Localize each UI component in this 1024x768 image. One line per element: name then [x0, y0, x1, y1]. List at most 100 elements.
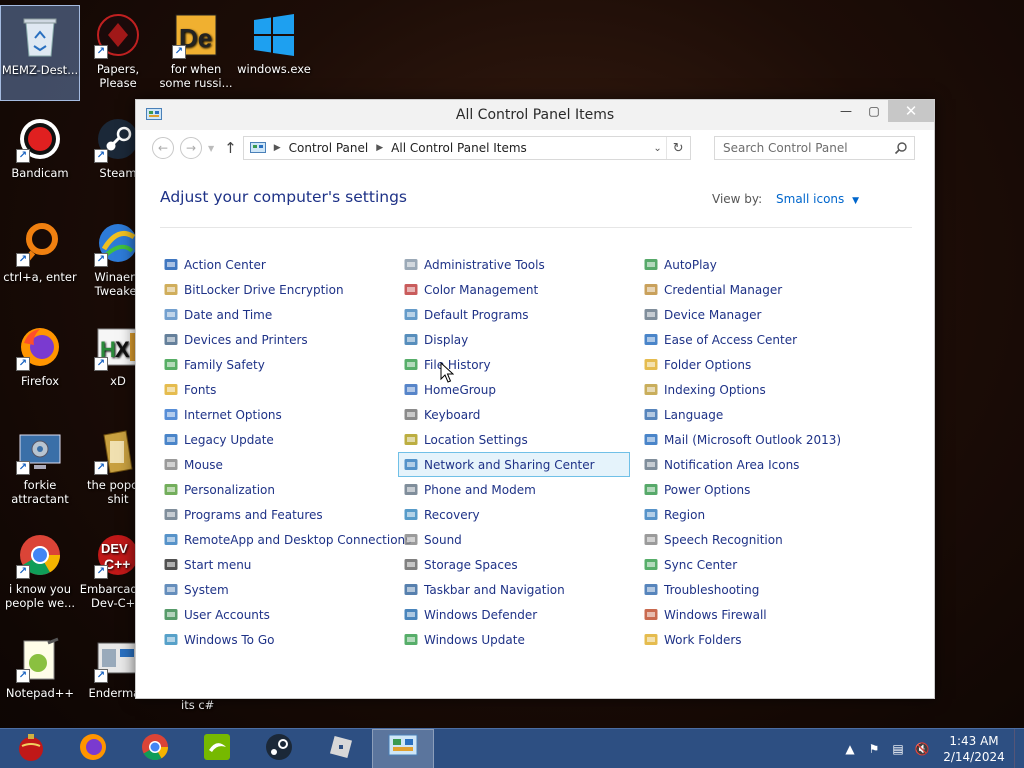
maximize-button[interactable]: ▢	[860, 100, 888, 122]
search-input[interactable]: Search Control Panel	[714, 136, 915, 160]
control-panel-item-label: Windows Update	[424, 632, 525, 647]
desktop-icon[interactable]: De ↗ for when some russi...	[156, 5, 236, 101]
control-panel-item[interactable]: Notification Area Icons	[638, 452, 878, 477]
control-panel-item[interactable]: Mail (Microsoft Outlook 2013)	[638, 427, 878, 452]
control-panel-item-label: Credential Manager	[664, 282, 783, 297]
control-panel-item[interactable]: Windows To Go	[158, 627, 398, 652]
desktop-icon[interactable]: windows.exe	[234, 5, 314, 101]
control-panel-item[interactable]: Phone and Modem	[398, 477, 638, 502]
chevron-right-icon[interactable]: ▶	[274, 143, 281, 153]
back-button[interactable]: ←	[152, 137, 174, 159]
taskbar-button[interactable]	[186, 729, 248, 768]
taskbar-button[interactable]	[372, 728, 434, 768]
minimize-button[interactable]: —	[832, 100, 860, 122]
control-panel-item[interactable]: Windows Defender	[398, 602, 638, 627]
caret-down-icon[interactable]: ▼	[852, 196, 859, 206]
control-panel-item[interactable]: AutoPlay	[638, 252, 878, 277]
control-panel-item[interactable]: RemoteApp and Desktop Connections	[158, 527, 411, 552]
control-panel-item[interactable]: Keyboard	[398, 402, 638, 427]
control-panel-item[interactable]: Region	[638, 502, 878, 527]
control-panel-item[interactable]: BitLocker Drive Encryption	[158, 277, 398, 302]
breadcrumb-control-panel[interactable]: Control Panel	[289, 141, 369, 155]
desktop-icon[interactable]: MEMZ-Dest...	[0, 5, 80, 101]
control-panel-item[interactable]: Date and Time	[158, 302, 398, 327]
desktop-icon[interactable]: ↗ Firefox	[0, 317, 80, 413]
desktop-icon[interactable]: ↗ Bandicam	[0, 109, 80, 205]
de-icon: De ↗	[172, 11, 220, 59]
taskbar: ▲ ⚑ ▤ 🔇 1:43 AM 2/14/2024	[0, 728, 1024, 768]
control-panel-item[interactable]: Taskbar and Navigation	[398, 577, 638, 602]
network-icon[interactable]: ▤	[889, 742, 907, 756]
control-panel-item[interactable]: Work Folders	[638, 627, 878, 652]
control-panel-item[interactable]: Language	[638, 402, 878, 427]
control-panel-item[interactable]: Internet Options	[158, 402, 398, 427]
taskbar-button[interactable]	[310, 729, 372, 768]
control-panel-item[interactable]: Start menu	[158, 552, 398, 577]
control-panel-item[interactable]: Family Safety	[158, 352, 398, 377]
control-panel-item-label: Family Safety	[184, 357, 265, 372]
control-panel-item[interactable]: Display	[398, 327, 638, 352]
taskbar-button[interactable]	[248, 729, 310, 768]
recent-locations-dropdown[interactable]: ▼	[208, 144, 214, 153]
control-panel-item[interactable]: Recovery	[398, 502, 638, 527]
search-icon[interactable]	[894, 141, 908, 155]
control-panel-item[interactable]: Windows Firewall	[638, 602, 878, 627]
chevron-down-icon[interactable]: ⌄	[653, 143, 661, 154]
control-panel-item[interactable]: Sound	[398, 527, 638, 552]
control-panel-item[interactable]: Windows Update	[398, 627, 638, 652]
close-button[interactable]: ✕	[888, 100, 934, 122]
control-panel-item[interactable]: Speech Recognition	[638, 527, 878, 552]
control-panel-item[interactable]: Personalization	[158, 477, 398, 502]
title-bar[interactable]: All Control Panel Items — ▢ ✕	[136, 100, 934, 130]
view-by-dropdown[interactable]: Small icons	[776, 192, 844, 206]
control-panel-item[interactable]: Devices and Printers	[158, 327, 398, 352]
chevron-right-icon[interactable]: ▶	[376, 143, 383, 153]
control-panel-item[interactable]: User Accounts	[158, 602, 398, 627]
forward-button[interactable]: →	[180, 137, 202, 159]
taskbar-button[interactable]	[0, 729, 62, 768]
items-column: Action Center BitLocker Drive Encryption D…	[158, 252, 411, 652]
control-panel-item[interactable]: Indexing Options	[638, 377, 878, 402]
control-panel-item[interactable]: Location Settings	[398, 427, 638, 452]
control-panel-item[interactable]: Fonts	[158, 377, 398, 402]
control-panel-item[interactable]: Storage Spaces	[398, 552, 638, 577]
control-panel-item-label: Power Options	[664, 482, 751, 497]
control-panel-item[interactable]: Color Management	[398, 277, 638, 302]
control-panel-item-icon	[403, 507, 419, 523]
control-panel-item[interactable]: Action Center	[158, 252, 398, 277]
desktop-icon[interactable]: ↗ Papers, Please	[78, 5, 158, 101]
desktop-icon[interactable]: ↗ Notepad++	[0, 629, 80, 725]
control-panel-item-label: File History	[424, 357, 491, 372]
control-panel-item[interactable]: Legacy Update	[158, 427, 398, 452]
desktop-icon[interactable]: ↗ ctrl+a, enter	[0, 213, 80, 309]
address-bar[interactable]: ▶ Control Panel ▶ All Control Panel Item…	[242, 136, 691, 160]
control-panel-item[interactable]: Troubleshooting	[638, 577, 878, 602]
control-panel-item[interactable]: File History	[398, 352, 638, 377]
control-panel-item[interactable]: System	[158, 577, 398, 602]
control-panel-item[interactable]: Credential Manager	[638, 277, 878, 302]
control-panel-item[interactable]: Power Options	[638, 477, 878, 502]
desktop-icon[interactable]: ↗ i know you people we...	[0, 525, 80, 621]
volume-muted-icon[interactable]: 🔇	[913, 742, 931, 756]
control-panel-item[interactable]: Programs and Features	[158, 502, 398, 527]
show-hidden-icons-icon[interactable]: ▲	[841, 742, 859, 756]
control-panel-item[interactable]: Folder Options	[638, 352, 878, 377]
control-panel-item-label: User Accounts	[184, 607, 270, 622]
control-panel-item[interactable]: Mouse	[158, 452, 398, 477]
taskbar-button[interactable]	[62, 729, 124, 768]
control-panel-item[interactable]: Default Programs	[398, 302, 638, 327]
refresh-button[interactable]: ↻	[665, 137, 690, 159]
flag-icon[interactable]: ⚑	[865, 742, 883, 756]
control-panel-item[interactable]: Sync Center	[638, 552, 878, 577]
control-panel-item[interactable]: Network and Sharing Center	[398, 452, 630, 477]
show-desktop-button[interactable]	[1014, 729, 1024, 768]
up-button[interactable]: ↑	[224, 139, 237, 157]
desktop-icon[interactable]: ↗ forkie attractant	[0, 421, 80, 517]
control-panel-item[interactable]: Device Manager	[638, 302, 878, 327]
control-panel-item[interactable]: HomeGroup	[398, 377, 638, 402]
control-panel-item[interactable]: Ease of Access Center	[638, 327, 878, 352]
control-panel-item[interactable]: Administrative Tools	[398, 252, 638, 277]
taskbar-button[interactable]	[124, 729, 186, 768]
breadcrumb-all-items[interactable]: All Control Panel Items	[391, 141, 527, 155]
clock[interactable]: 1:43 AM 2/14/2024	[934, 733, 1014, 765]
